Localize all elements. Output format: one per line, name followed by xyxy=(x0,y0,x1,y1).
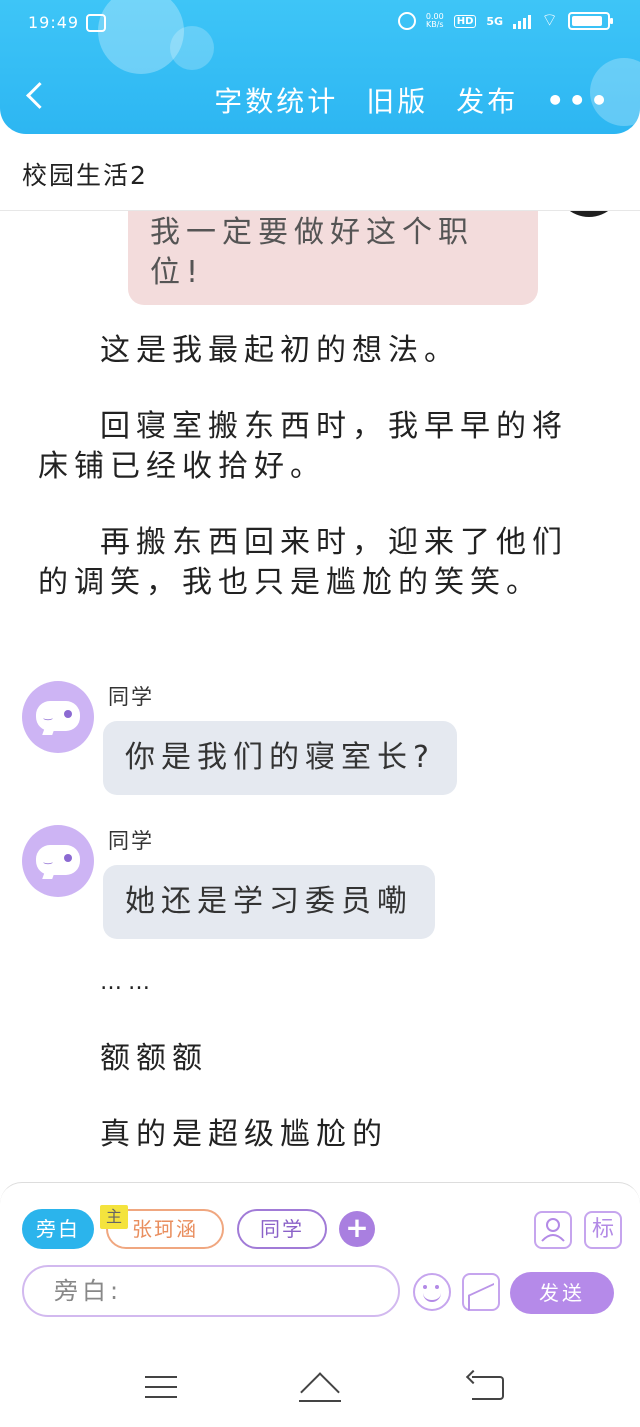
status-bar: 19:49 0.00 KB/s HD 5G ⌔ xyxy=(0,0,640,48)
more-icon[interactable]: ••• xyxy=(546,84,612,117)
net-speed-unit: KB/s xyxy=(426,20,444,29)
system-nav-bar xyxy=(0,1322,640,1427)
tag-button[interactable]: 标 xyxy=(584,1211,622,1249)
emoji-icon[interactable] xyxy=(413,1273,451,1311)
top-app-bar: 19:49 0.00 KB/s HD 5G ⌔ 字数统计 旧版 发布 ••• xyxy=(0,0,640,134)
narration-paragraph[interactable]: 回寝室搬东西时，我早早的将床铺已经收拾好。 xyxy=(38,407,598,487)
publish-button[interactable]: 发布 xyxy=(456,80,518,120)
battery-icon xyxy=(568,12,613,30)
net-speed: 0.00 KB/s xyxy=(426,13,444,29)
wifi-icon: ⌔ xyxy=(541,10,558,31)
message-input[interactable] xyxy=(22,1265,400,1317)
chat-face-icon: ‿ xyxy=(36,701,80,731)
send-button[interactable]: 发送 xyxy=(510,1272,614,1314)
compose-panel: 旁白 张珂涵 主 同学 + 标 发送 xyxy=(0,1182,640,1322)
add-role-button[interactable]: + xyxy=(339,1211,375,1247)
narration-paragraph[interactable]: …… xyxy=(38,963,598,1003)
narration-paragraph[interactable]: 这是我最起初的想法。 xyxy=(38,331,598,371)
network-label: 5G xyxy=(486,14,504,28)
back-arrow-icon[interactable] xyxy=(22,80,48,116)
chat-bubble[interactable]: 她还是学习委员嘞 xyxy=(103,865,435,939)
role-chip-classmate[interactable]: 同学 xyxy=(237,1209,327,1249)
nav-back-icon[interactable] xyxy=(472,1376,504,1400)
home-icon[interactable] xyxy=(299,1374,341,1402)
word-count-button[interactable]: 字数统计 xyxy=(214,80,338,120)
role-icon[interactable] xyxy=(534,1211,572,1249)
status-icons: 0.00 KB/s HD 5G ⌔ xyxy=(397,10,613,31)
chat-bubble[interactable]: 你是我们的寝室长? xyxy=(103,721,457,795)
story-content[interactable]: 我一定要做好这个职位! 这是我最起初的想法。 回寝室搬东西时，我早早的将床铺已经… xyxy=(0,211,640,1181)
narration-paragraph[interactable]: 真的是超级尴尬的 xyxy=(38,1115,598,1155)
image-icon[interactable] xyxy=(462,1273,500,1311)
hd-badge: HD xyxy=(453,14,477,28)
menu-icon[interactable] xyxy=(145,1376,177,1400)
alarm-icon xyxy=(397,12,416,30)
chat-face-icon: ‿ xyxy=(36,845,80,875)
avatar[interactable] xyxy=(556,211,622,217)
status-time: 19:49 xyxy=(28,13,80,32)
main-role-badge: 主 xyxy=(100,1205,128,1229)
avatar-icon[interactable]: ‿ xyxy=(22,681,94,753)
narration-paragraph[interactable]: 再搬东西回来时，迎来了他们的调笑，我也只是尴尬的笑笑。 xyxy=(38,523,598,603)
role-chip-narrator[interactable]: 旁白 xyxy=(22,1209,94,1249)
signal-icon xyxy=(513,13,532,29)
speaker-name: 同学 xyxy=(108,829,154,853)
avatar-icon[interactable]: ‿ xyxy=(22,825,94,897)
document-title[interactable]: 校园生活2 xyxy=(22,156,148,192)
speaker-name: 同学 xyxy=(108,685,154,709)
pink-dialogue-bubble[interactable]: 我一定要做好这个职位! xyxy=(128,211,538,305)
old-version-button[interactable]: 旧版 xyxy=(366,80,428,120)
notification-app-icon xyxy=(86,14,106,32)
header-actions: 字数统计 旧版 发布 ••• xyxy=(214,80,612,120)
narration-paragraph[interactable]: 额额额 xyxy=(38,1039,598,1079)
